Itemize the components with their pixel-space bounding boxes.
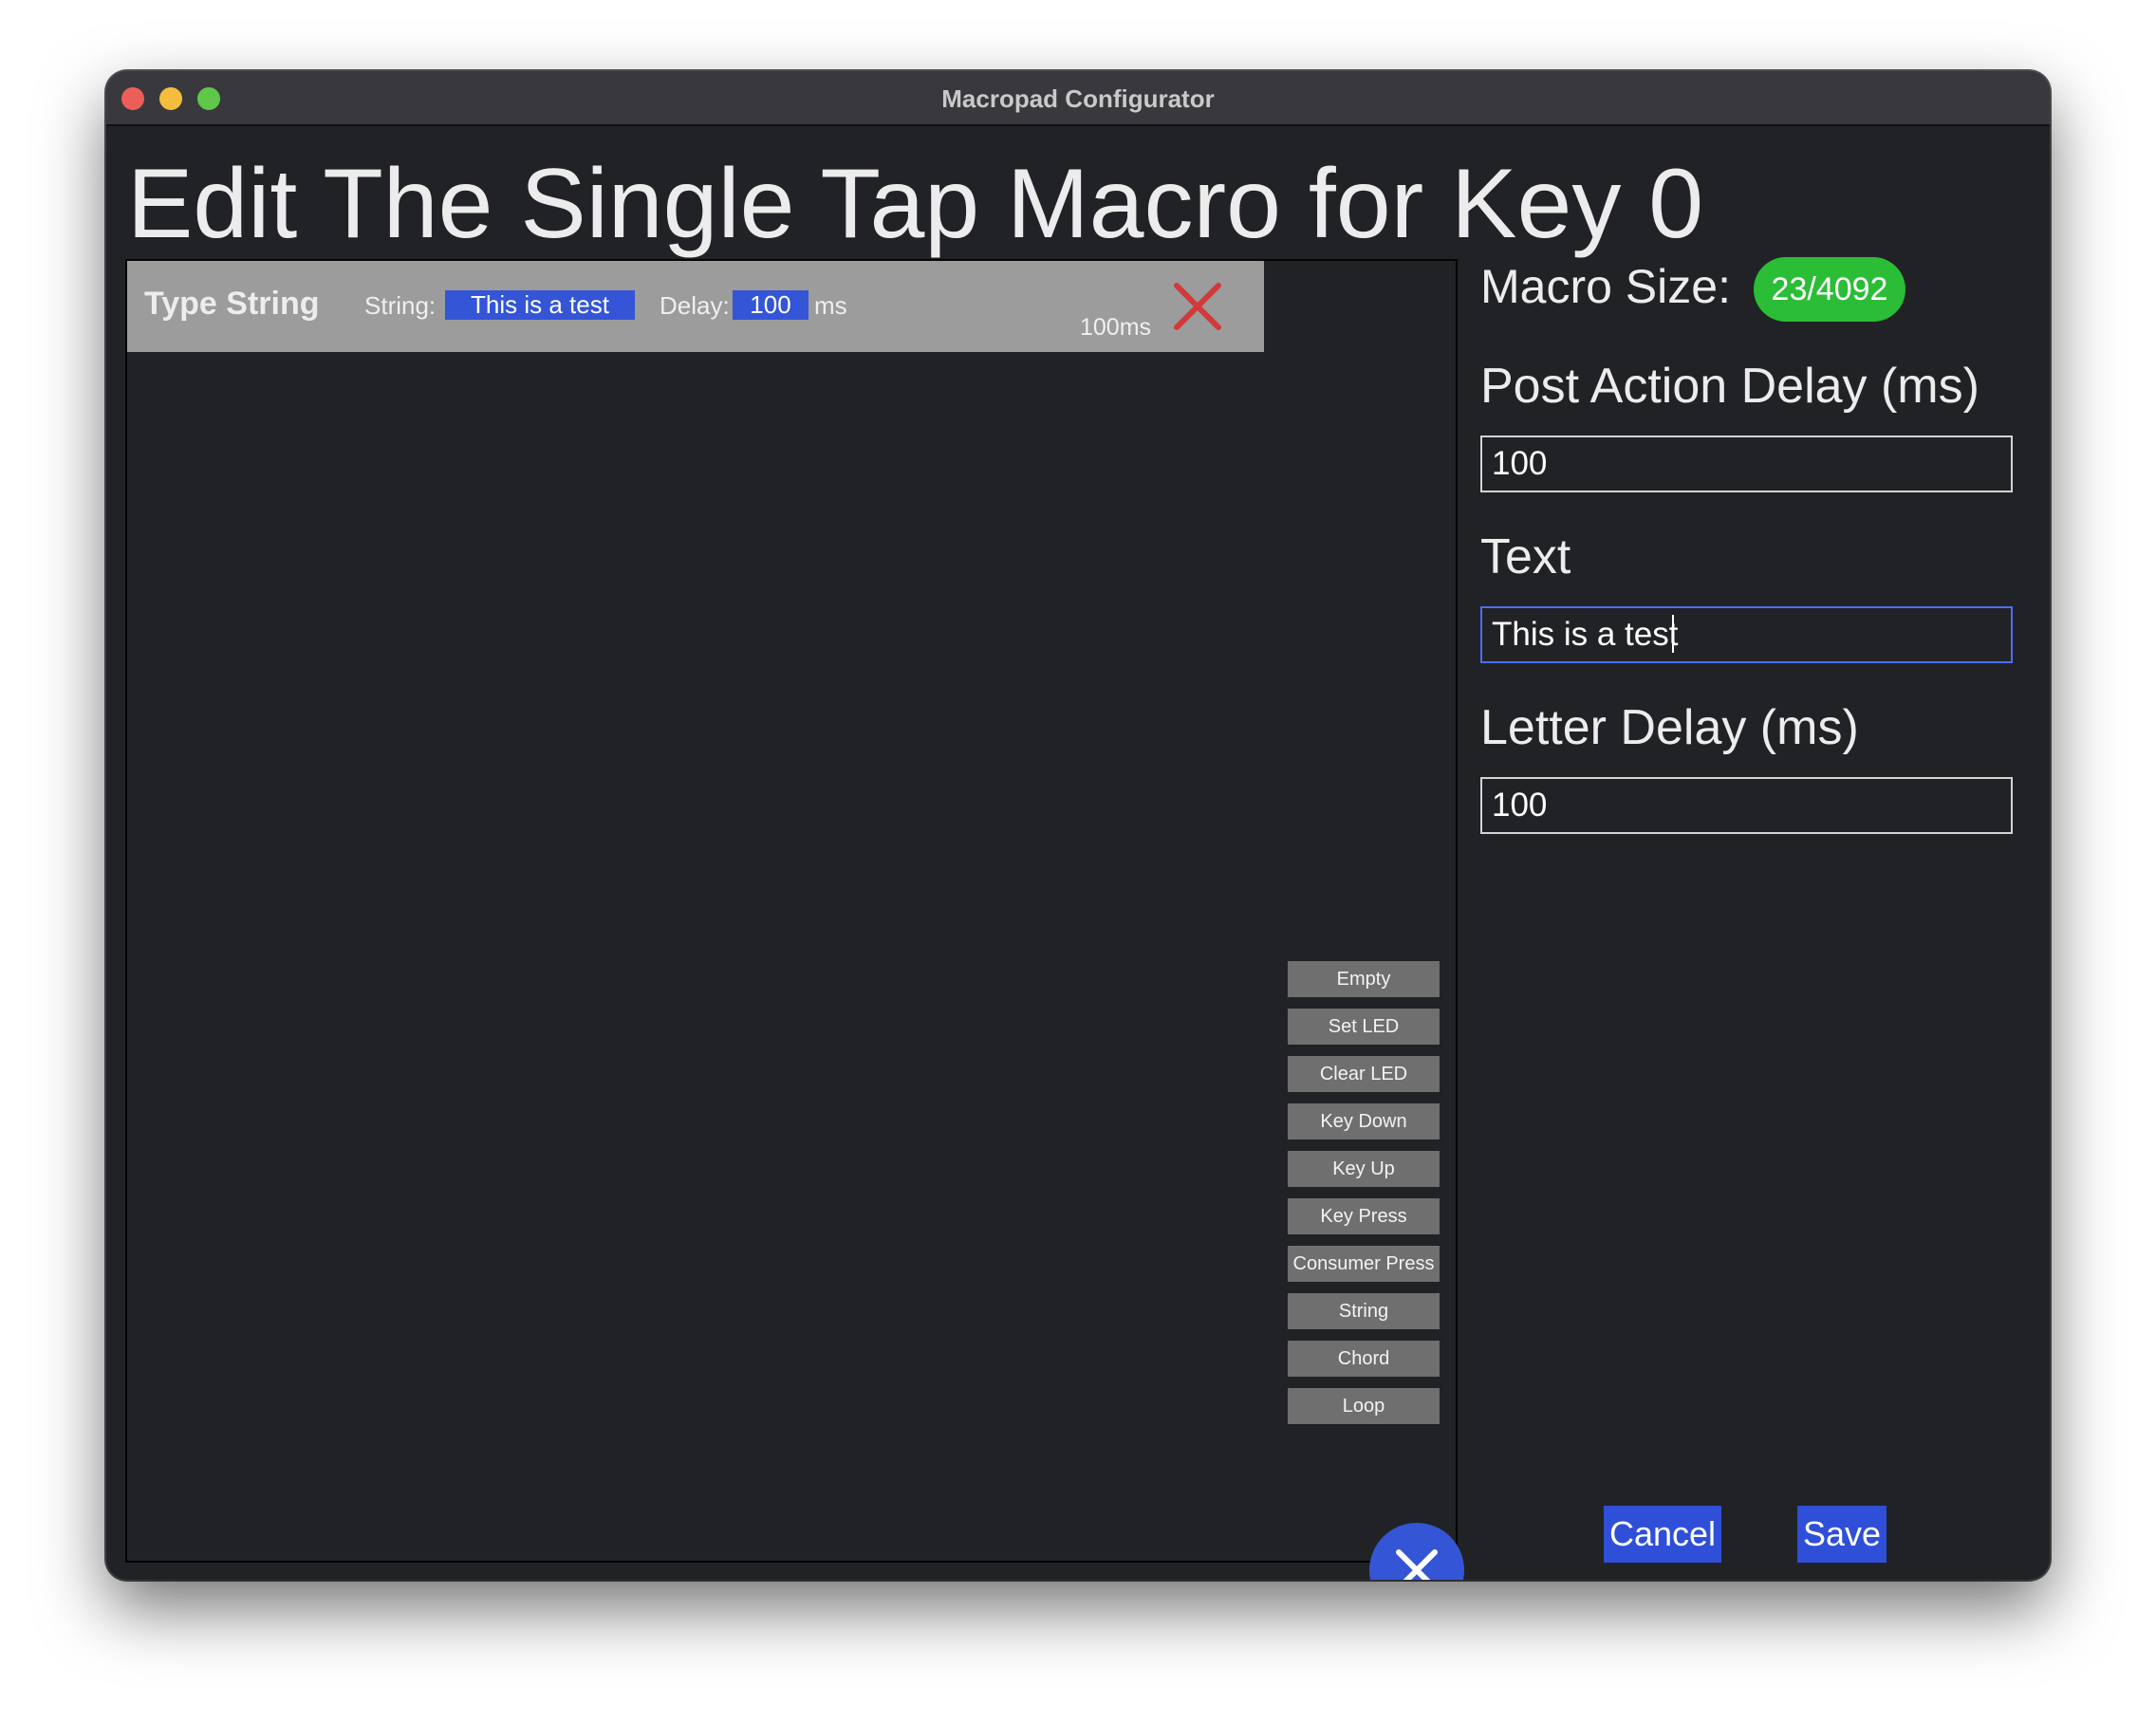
add-clear-led-button[interactable]: Clear LED <box>1288 1056 1440 1092</box>
add-set-led-button[interactable]: Set LED <box>1288 1009 1440 1045</box>
add-key-press-button[interactable]: Key Press <box>1288 1198 1440 1234</box>
string-label: String: <box>364 291 437 320</box>
delay-value-field[interactable]: 100 <box>733 290 808 320</box>
remove-action-x-icon[interactable] <box>1171 280 1224 333</box>
post-action-delay-input[interactable] <box>1480 435 2013 492</box>
close-palette-button[interactable] <box>1369 1523 1464 1580</box>
string-value-field[interactable]: This is a test <box>445 290 635 320</box>
macro-action-list: Type String String: This is a test Delay… <box>125 259 1464 1580</box>
post-action-delay-label: Post Action Delay (ms) <box>1480 359 1979 414</box>
add-action-palette: Empty Set LED Clear LED Key Down Key Up … <box>1288 961 1440 1436</box>
letter-delay-label: Letter Delay (ms) <box>1480 700 1859 755</box>
window-title: Macropad Configurator <box>941 84 1215 113</box>
add-key-up-button[interactable]: Key Up <box>1288 1151 1440 1187</box>
action-duration-label: 100ms <box>1080 314 1152 341</box>
add-string-button[interactable]: String <box>1288 1293 1440 1329</box>
macro-action-row[interactable]: Type String String: This is a test Delay… <box>127 261 1264 352</box>
close-x-icon <box>1396 1549 1438 1580</box>
macro-size-badge: 23/4092 <box>1754 257 1905 322</box>
add-chord-button[interactable]: Chord <box>1288 1341 1440 1377</box>
save-button[interactable]: Save <box>1797 1506 1886 1563</box>
title-bar: Macropad Configurator <box>106 71 2050 126</box>
text-field-label: Text <box>1480 529 1571 584</box>
page-title: Edit The Single Tap Macro for Key 0 <box>127 149 1704 259</box>
app-window: Macropad Configurator Edit The Single Ta… <box>106 71 2050 1580</box>
cancel-button[interactable]: Cancel <box>1604 1506 1721 1563</box>
add-consumer-press-button[interactable]: Consumer Press <box>1288 1246 1440 1282</box>
action-type-label: Type String <box>144 286 320 322</box>
text-input[interactable] <box>1480 606 2013 663</box>
text-cursor <box>1672 615 1674 653</box>
add-loop-button[interactable]: Loop <box>1288 1388 1440 1424</box>
delay-unit-label: ms <box>814 291 847 320</box>
add-key-down-button[interactable]: Key Down <box>1288 1103 1440 1139</box>
letter-delay-input[interactable] <box>1480 777 2013 834</box>
macro-size-label: Macro Size: <box>1480 260 1731 313</box>
delay-label: Delay: <box>660 291 730 320</box>
add-empty-button[interactable]: Empty <box>1288 961 1440 997</box>
